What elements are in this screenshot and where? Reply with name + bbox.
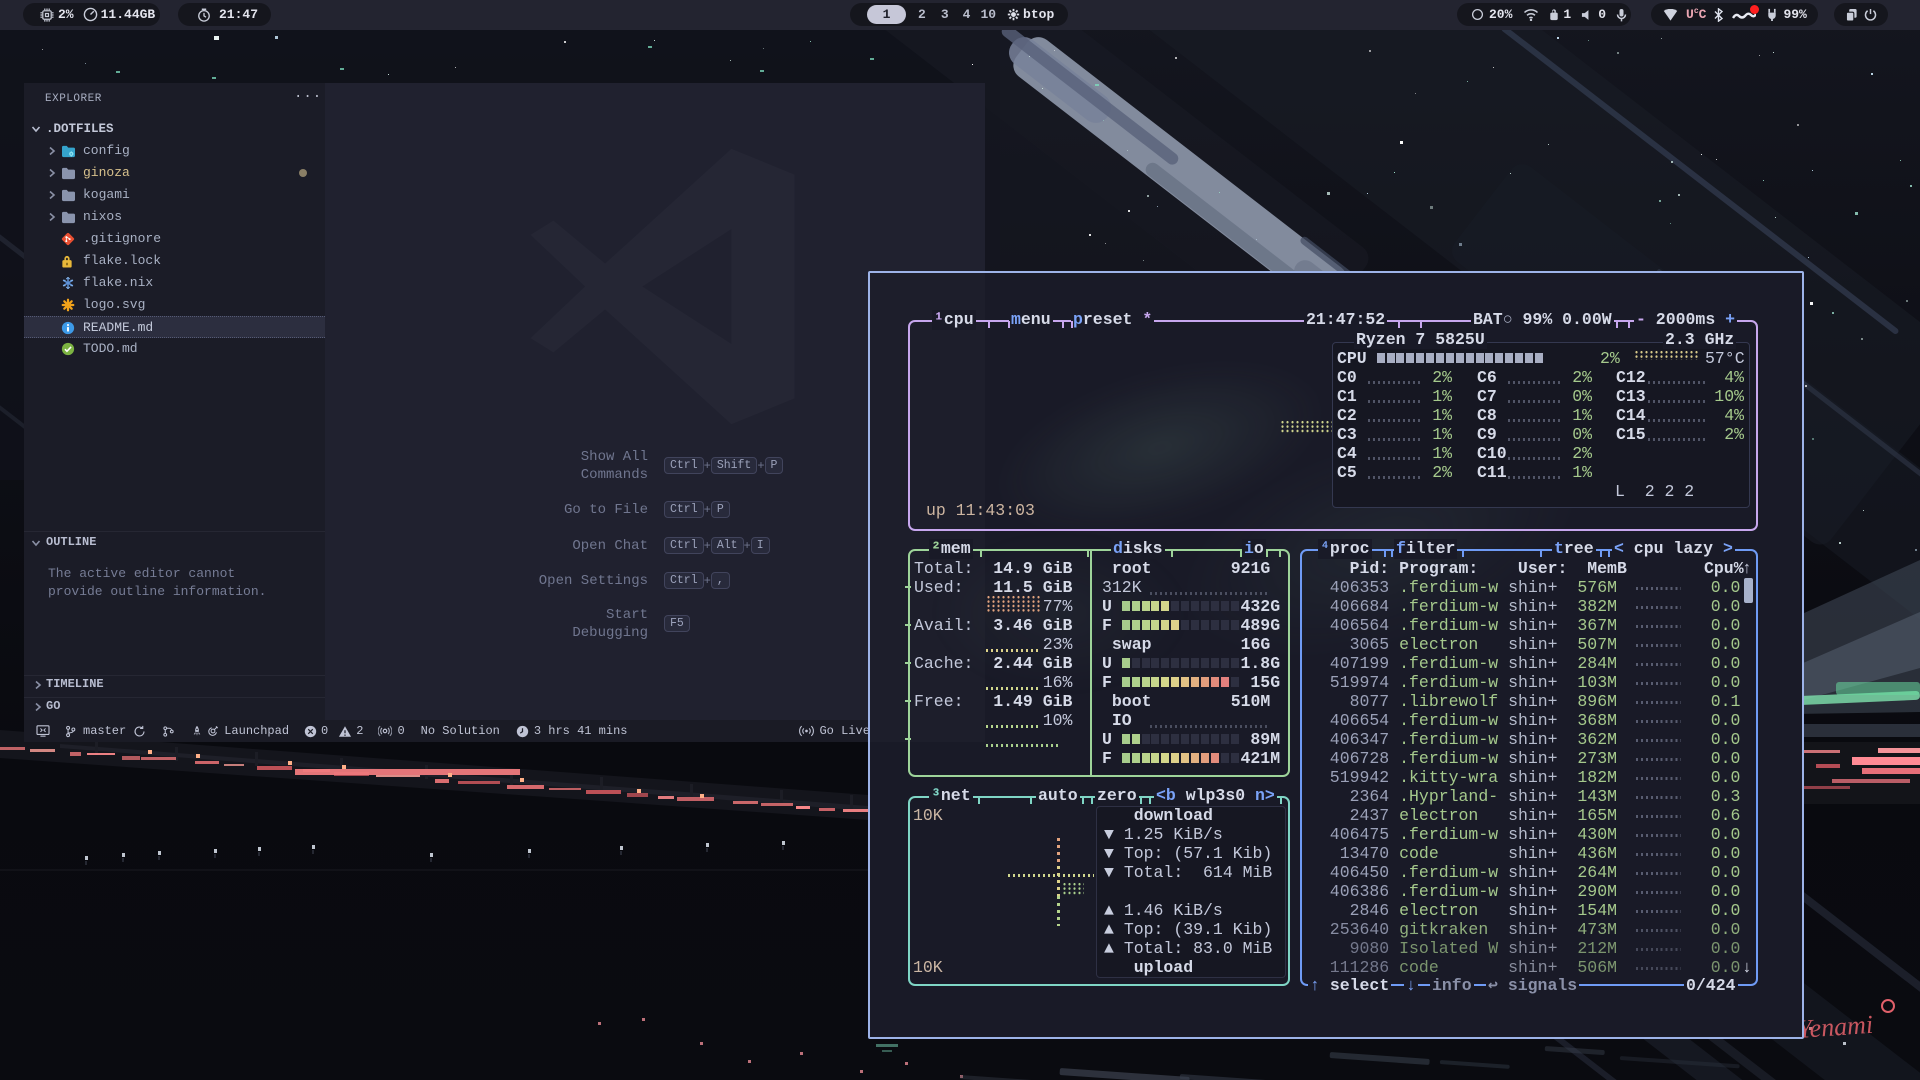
svg-text:Yenami: Yenami [1797, 1010, 1874, 1044]
